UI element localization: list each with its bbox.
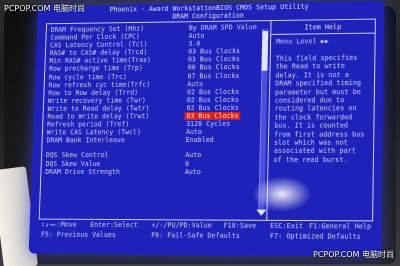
setting-row[interactable]: DRAM Drive Strength Auto — [45, 168, 265, 176]
setting-value[interactable]: 0 — [185, 160, 189, 168]
setting-value[interactable]: 02 Bus Clocks — [187, 104, 239, 112]
key-legend: ↑↓→←:Move Enter:Select +/-/PU/PD:Value F… — [41, 220, 373, 242]
setting-value[interactable]: Enabled — [186, 136, 214, 144]
item-help-title: Item Help — [304, 23, 342, 32]
setting-label: DQS Skew Value — [45, 159, 101, 168]
setting-label: Refresh period (Tref) — [46, 120, 130, 129]
help-line: bus. It is counted — [274, 121, 349, 131]
bios-screen: Phoenix - Award WorkstationBIOS CMOS Set… — [28, 0, 385, 257]
key-previous: F5: Previous Values — [40, 230, 117, 240]
setting-value-selected[interactable]: 03 Bus Clocks — [184, 111, 241, 121]
watermark-top-left: PCPOP.COM 电脑时尚 — [4, 4, 85, 13]
key-general-help: F1:General Help — [308, 222, 372, 231]
setting-label: DQS Skew Control — [45, 151, 109, 160]
key-enter: Enter:Select — [90, 220, 138, 230]
help-line: parameter but must be — [274, 87, 362, 97]
watermark-bottom-right: PCPOP.COM 电脑时尚 — [313, 250, 394, 259]
screen-glare — [252, 176, 312, 212]
setting-row[interactable]: DQS Skew Value 0 — [45, 159, 265, 168]
help-line: of the read burst. — [273, 155, 348, 164]
help-description: This field specifies the Read to write del… — [274, 54, 368, 165]
setting-row[interactable]: DQS Skew Control Auto — [46, 151, 266, 159]
setting-value[interactable]: Auto — [185, 151, 201, 159]
setting-label: Write CAS Latency (Twcl) — [46, 128, 142, 137]
setting-value[interactable]: Auto — [186, 128, 202, 136]
setting-value[interactable]: Auto — [187, 80, 203, 88]
help-line: from first address bus — [274, 130, 365, 139]
key-move: ↑↓→←:Move — [41, 220, 77, 229]
setting-value[interactable]: 3.0 — [188, 40, 200, 48]
key-value: +/-/PU/PD:Value — [151, 221, 212, 230]
help-line: the clock forwarded — [274, 113, 353, 122]
key-optimized: F7: Optimized Defaults — [269, 232, 361, 241]
help-divider — [270, 32, 375, 35]
help-line: associated with part — [273, 147, 356, 156]
setting-label: DRAM Drive Strength — [45, 167, 121, 176]
key-exit: ESC:Exit — [270, 221, 304, 231]
key-failsafe: F6: Fail-Safe Defaults — [151, 231, 241, 241]
settings-list: DRAM Frequency Set (Mhz) By DRAM SPD Valu… — [45, 23, 268, 176]
setting-value[interactable]: Auto — [189, 32, 205, 40]
key-save: F10:Save — [223, 221, 257, 230]
scrollbar-thumb[interactable] — [261, 30, 269, 71]
help-line: DRAM specified timing — [275, 79, 362, 88]
help-line: slot which was not — [273, 138, 348, 147]
help-line: routing latencies on — [274, 104, 357, 114]
photo: Phoenix - Award WorkstationBIOS CMOS Set… — [0, 0, 400, 266]
menu-level: Menu Level ▶▶ — [276, 37, 330, 46]
setting-value[interactable]: 3120 Cycles — [186, 120, 230, 128]
setting-value[interactable]: Auto — [185, 168, 201, 176]
settings-frame: DRAM Frequency Set (Mhz) By DRAM SPD Valu… — [38, 18, 376, 222]
setting-label: DRAM Bank Interleave — [46, 136, 125, 145]
